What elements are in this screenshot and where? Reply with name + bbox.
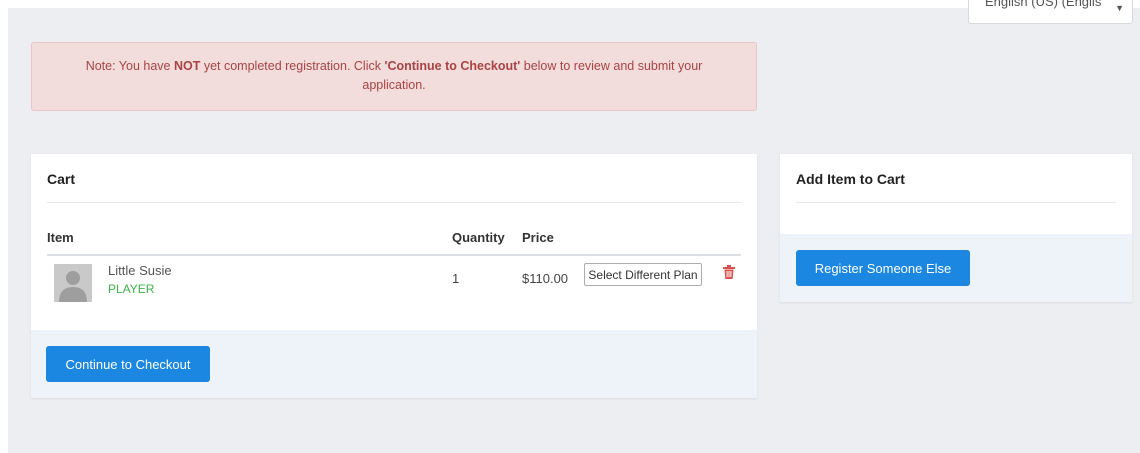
alert-middle: yet completed registration. Click [200, 59, 385, 73]
register-someone-else-button[interactable]: Register Someone Else [796, 250, 970, 286]
select-different-plan-button[interactable]: Select Different Plan [584, 263, 702, 286]
item-role: PLAYER [108, 282, 155, 296]
add-item-title: Add Item to Cart [796, 171, 905, 187]
column-header-price: Price [522, 230, 554, 245]
item-name: Little Susie [108, 263, 172, 278]
cart-title: Cart [47, 171, 76, 187]
alert-prefix: Note: You have [85, 59, 174, 73]
person-placeholder-icon [54, 264, 92, 302]
language-select[interactable]: English (US) (Englis ▼ [968, 0, 1133, 24]
chevron-down-icon: ▼ [1115, 3, 1124, 13]
add-item-title-divider [796, 202, 1116, 203]
continue-to-checkout-button[interactable]: Continue to Checkout [46, 346, 210, 382]
item-price: $110.00 [522, 271, 569, 286]
alert-checkout-reference: 'Continue to Checkout' [384, 59, 521, 73]
column-header-quantity: Quantity [452, 230, 505, 245]
registration-alert: Note: You have NOT yet completed registr… [31, 42, 757, 111]
alert-emphasis: NOT [173, 59, 201, 73]
trash-icon[interactable] [723, 265, 735, 279]
add-item-footer: Register Someone Else [780, 234, 1132, 302]
cart-panel: Cart Item Quantity Price Little Susie PL… [31, 154, 757, 398]
cart-title-divider [47, 202, 741, 203]
item-quantity: 1 [452, 271, 460, 286]
cart-footer: Continue to Checkout [31, 330, 757, 398]
table-header-divider [47, 254, 741, 256]
add-item-panel: Add Item to Cart Register Someone Else [780, 154, 1132, 302]
language-select-value: English (US) (Englis [985, 0, 1102, 9]
avatar [54, 264, 92, 302]
column-header-item: Item [47, 230, 74, 245]
